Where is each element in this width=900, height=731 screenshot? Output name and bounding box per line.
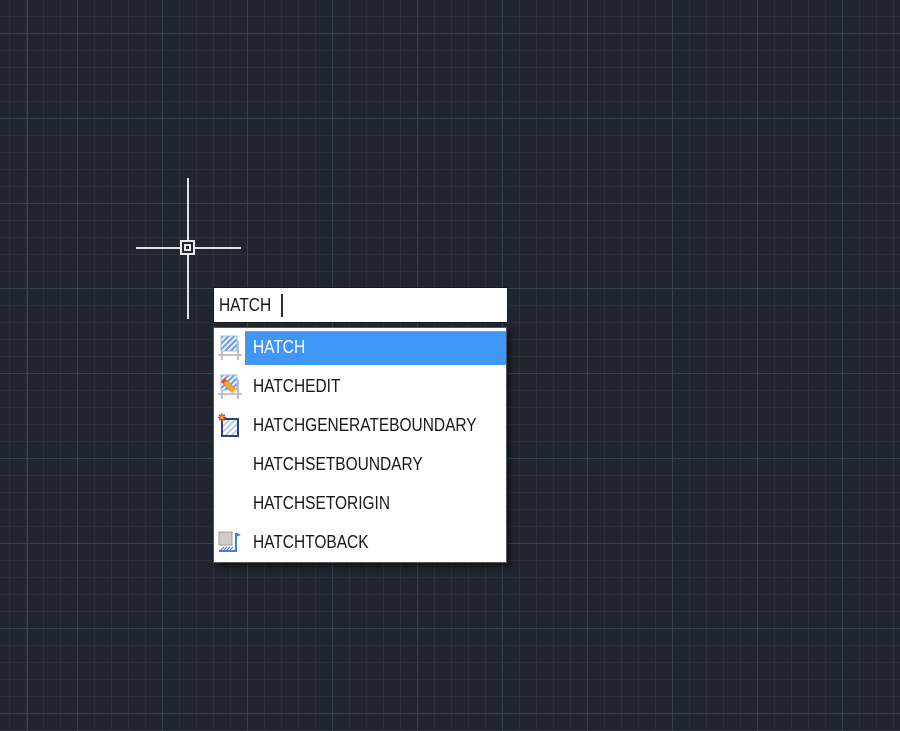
suggestion-row-hatchgenerateboundary[interactable]: HATCHGENERATEBOUNDARY [214, 406, 506, 445]
empty-icon-cell [214, 445, 245, 484]
suggestion-label: HATCHSETORIGIN [253, 493, 391, 513]
suggestion-row-hatch[interactable]: HATCH [214, 328, 506, 367]
command-input[interactable]: HATCH [213, 287, 508, 323]
hatch-icon [214, 328, 245, 367]
text-caret [280, 293, 283, 317]
suggestion-row-hatchsetorigin[interactable]: HATCHSETORIGIN [214, 484, 506, 523]
suggestion-label: HATCHGENERATEBOUNDARY [253, 415, 477, 435]
empty-icon-cell [214, 484, 245, 523]
hatch-edit-icon [214, 367, 245, 406]
suggestion-label: HATCH [253, 337, 306, 357]
suggestion-row-hatchsetboundary[interactable]: HATCHSETBOUNDARY [214, 445, 506, 484]
suggestion-row-hatchedit[interactable]: HATCHEDIT [214, 367, 506, 406]
suggestion-row-hatchtoback[interactable]: HATCHTOBACK [214, 523, 506, 562]
command-suggestion-list: HATCH HATCHEDIT HATCHGENERATEBOUNDARY HA… [213, 327, 507, 563]
suggestion-label: HATCHEDIT [253, 376, 341, 396]
drawing-canvas[interactable]: HATCH HATCH HATCHEDIT HATCHGENERATEBOUND… [0, 0, 900, 731]
crosshair-pickbox-inner [184, 244, 191, 251]
suggestion-label: HATCHTOBACK [253, 532, 369, 552]
suggestion-label: HATCHSETBOUNDARY [253, 454, 423, 474]
crosshair-pickbox [180, 240, 195, 255]
hatch-to-back-icon [214, 523, 245, 562]
hatch-generate-boundary-icon [214, 406, 245, 445]
command-input-text: HATCH [219, 294, 272, 315]
